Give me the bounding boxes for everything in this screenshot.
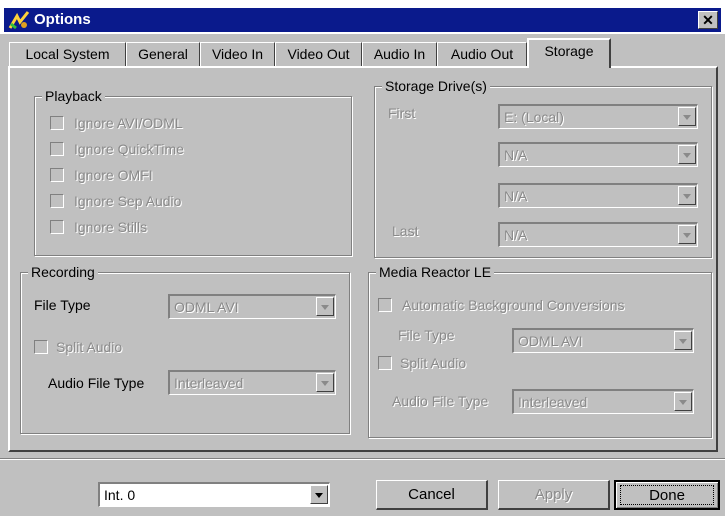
chevron-down-icon[interactable] xyxy=(678,186,696,205)
storage-drive-second-select[interactable]: N/A xyxy=(498,142,698,167)
channel-value: Int. 0 xyxy=(104,487,136,503)
ignore-avi-checkbox[interactable] xyxy=(50,116,64,130)
ignore-quicktime-label: Ignore QuickTime xyxy=(74,141,184,157)
audio-file-type-value: Interleaved xyxy=(174,375,244,391)
file-type-value: ODML AVI xyxy=(174,299,239,315)
ignore-sep-audio-label: Ignore Sep Audio xyxy=(74,193,182,209)
tab-label: Audio Out xyxy=(450,46,514,62)
chevron-down-icon[interactable] xyxy=(674,392,692,411)
chevron-down-icon[interactable] xyxy=(678,107,696,126)
tab-audio-out[interactable]: Audio Out xyxy=(437,42,527,66)
storage-drives-legend: Storage Drive(s) xyxy=(382,78,490,94)
drive-value: E: (Local) xyxy=(504,109,564,125)
ignore-stills-checkbox[interactable] xyxy=(50,220,64,234)
recording-legend: Recording xyxy=(28,264,98,280)
media-reactor-legend: Media Reactor LE xyxy=(376,264,495,280)
drive-value: N/A xyxy=(504,188,528,204)
audio-file-type-value: Interleaved xyxy=(518,394,588,410)
tab-label: General xyxy=(138,46,188,62)
tab-strip: Local System General Video In Video Out … xyxy=(0,34,725,68)
recording-audio-file-type-select[interactable]: Interleaved xyxy=(168,370,336,395)
drive-value: N/A xyxy=(504,147,528,163)
storage-drive-last-select[interactable]: N/A xyxy=(498,222,698,247)
media-reactor-split-audio-label: Split Audio xyxy=(400,355,467,371)
title-bar xyxy=(0,0,725,34)
footer-separator xyxy=(0,458,725,460)
tab-label: Storage xyxy=(544,43,594,59)
chevron-down-icon[interactable] xyxy=(674,331,692,350)
media-reactor-audio-file-type-select[interactable]: Interleaved xyxy=(512,389,694,414)
ignore-stills-label: Ignore Stills xyxy=(74,219,148,235)
auto-conversions-label: Automatic Background Conversions xyxy=(402,297,625,313)
storage-drive-third-select[interactable]: N/A xyxy=(498,183,698,208)
auto-conversions-checkbox[interactable] xyxy=(378,298,392,312)
media-reactor-file-type-select[interactable]: ODML AVI xyxy=(512,328,694,353)
ignore-omfi-label: Ignore OMFI xyxy=(74,167,153,183)
drive-value: N/A xyxy=(504,227,528,243)
ignore-avi-label: Ignore AVI/ODML xyxy=(74,115,183,131)
playback-legend: Playback xyxy=(42,88,105,104)
tab-video-out[interactable]: Video Out xyxy=(275,42,362,66)
app-icon xyxy=(8,10,30,30)
window-title: Options xyxy=(34,11,91,28)
tab-general[interactable]: General xyxy=(126,42,200,66)
tab-label: Audio In xyxy=(373,46,426,62)
channel-select[interactable]: Int. 0 xyxy=(98,482,330,507)
apply-button[interactable]: Apply xyxy=(498,480,610,510)
last-label: Last xyxy=(392,223,419,239)
close-icon: ✕ xyxy=(702,12,714,28)
ignore-omfi-checkbox[interactable] xyxy=(50,168,64,182)
tab-audio-in[interactable]: Audio In xyxy=(362,42,437,66)
media-reactor-split-audio-checkbox[interactable] xyxy=(378,356,392,370)
title-bar-background xyxy=(4,8,721,32)
media-reactor-audio-file-type-label: Audio File Type xyxy=(392,393,489,409)
tab-storage[interactable]: Storage xyxy=(527,38,611,68)
close-button[interactable]: ✕ xyxy=(698,11,718,29)
recording-file-type-select[interactable]: ODML AVI xyxy=(168,294,336,319)
done-button[interactable]: Done xyxy=(614,480,720,510)
file-type-value: ODML AVI xyxy=(518,333,583,349)
storage-drive-first-select[interactable]: E: (Local) xyxy=(498,104,698,129)
media-reactor-file-type-label: File Type xyxy=(398,327,455,343)
chevron-down-icon[interactable] xyxy=(310,485,328,504)
focus-rectangle xyxy=(620,485,714,505)
tab-label: Video Out xyxy=(287,46,350,62)
recording-audio-file-type-label: Audio File Type xyxy=(48,375,145,391)
ignore-sep-audio-checkbox[interactable] xyxy=(50,194,64,208)
tab-video-in[interactable]: Video In xyxy=(200,42,275,66)
tab-local-system[interactable]: Local System xyxy=(9,42,126,66)
tab-label: Local System xyxy=(25,46,110,62)
recording-split-audio-label: Split Audio xyxy=(56,339,123,355)
cancel-button[interactable]: Cancel xyxy=(376,480,488,510)
chevron-down-icon[interactable] xyxy=(316,373,334,392)
chevron-down-icon[interactable] xyxy=(678,145,696,164)
chevron-down-icon[interactable] xyxy=(678,225,696,244)
chevron-down-icon[interactable] xyxy=(316,297,334,316)
first-label: First xyxy=(388,105,416,121)
recording-file-type-label: File Type xyxy=(34,297,91,313)
ignore-quicktime-checkbox[interactable] xyxy=(50,142,64,156)
tab-label: Video In xyxy=(211,46,264,62)
recording-split-audio-checkbox[interactable] xyxy=(34,340,48,354)
